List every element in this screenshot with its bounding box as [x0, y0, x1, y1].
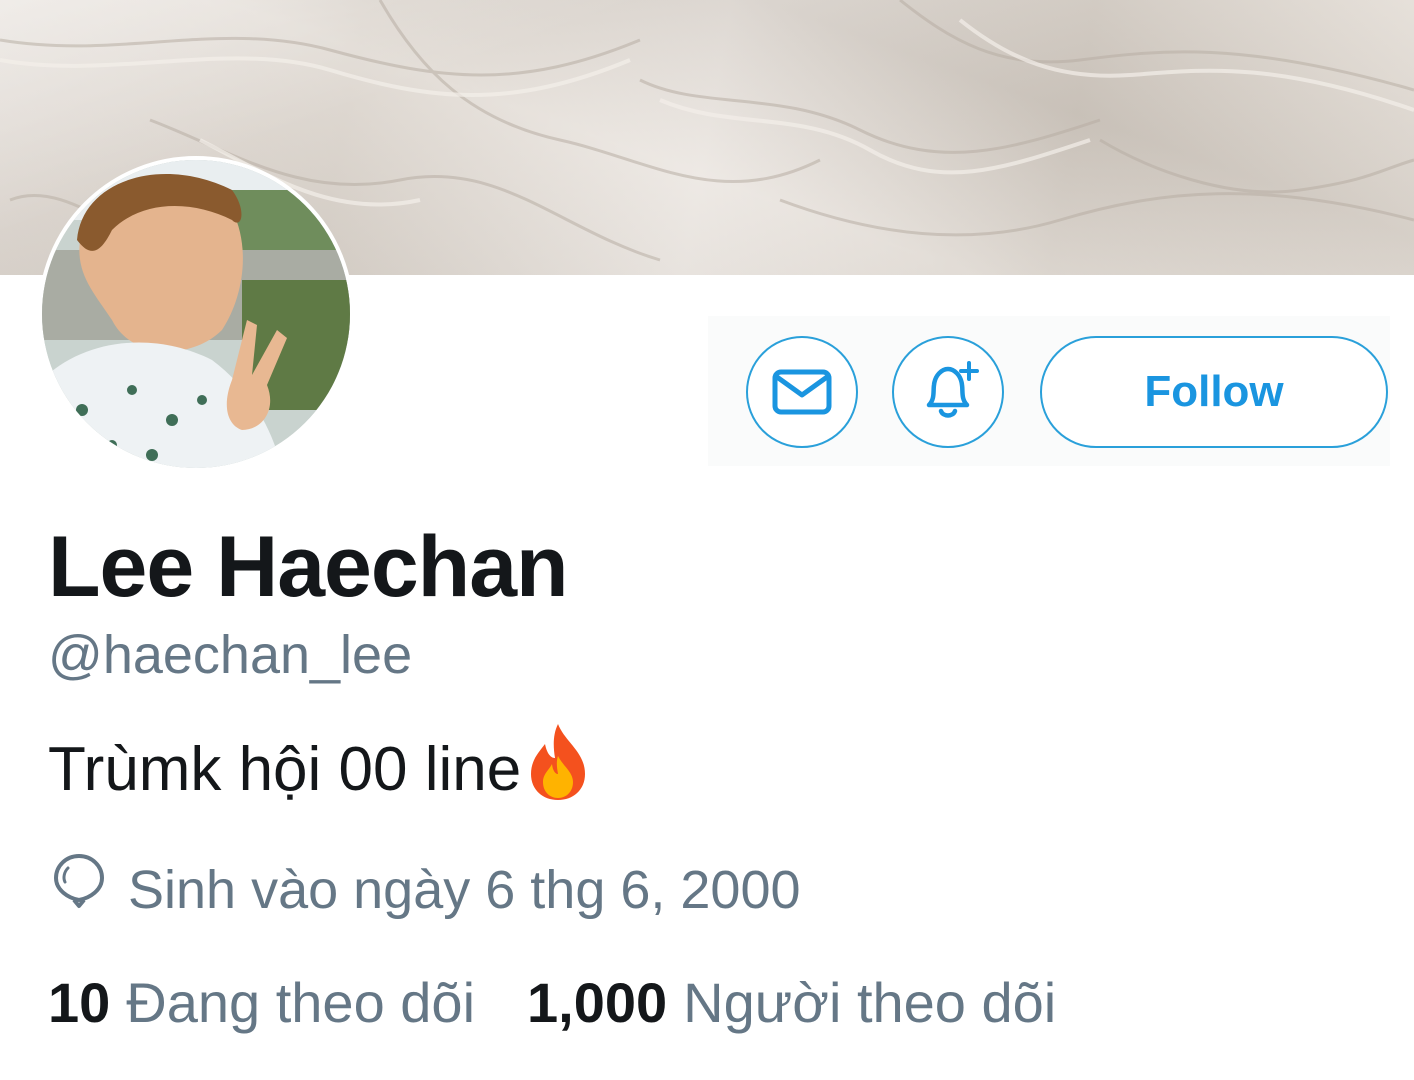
follow-button[interactable]: Follow	[1040, 336, 1388, 448]
profile-birthday: Sinh vào ngày 6 thg 6, 2000	[52, 852, 801, 927]
following-label[interactable]: Đang theo dõi	[126, 970, 475, 1035]
profile-avatar[interactable]	[38, 156, 354, 472]
profile-handle: @haechan_lee	[48, 625, 413, 685]
balloon-icon	[52, 852, 106, 927]
fire-emoji-icon	[525, 722, 591, 817]
profile-page: Follow Lee Haechan @haechan_lee Trùmk hộ…	[0, 0, 1414, 1080]
profile-stats: 10 Đang theo dõi 1,000 Người theo dõi	[48, 970, 1056, 1035]
message-button[interactable]	[746, 336, 858, 448]
profile-name: Lee Haechan	[48, 519, 569, 615]
bell-plus-icon	[926, 361, 979, 418]
envelope-icon	[772, 369, 832, 415]
profile-bio: Trùmk hội 00 line	[48, 722, 591, 817]
notifications-button[interactable]	[892, 336, 1004, 448]
bio-text: Trùmk hội 00 line	[48, 735, 522, 804]
birthday-text: Sinh vào ngày 6 thg 6, 2000	[128, 859, 801, 920]
avatar-photo	[42, 160, 350, 468]
followers-count[interactable]: 1,000	[527, 970, 667, 1035]
followers-label[interactable]: Người theo dõi	[683, 970, 1056, 1035]
following-count[interactable]: 10	[48, 970, 110, 1035]
